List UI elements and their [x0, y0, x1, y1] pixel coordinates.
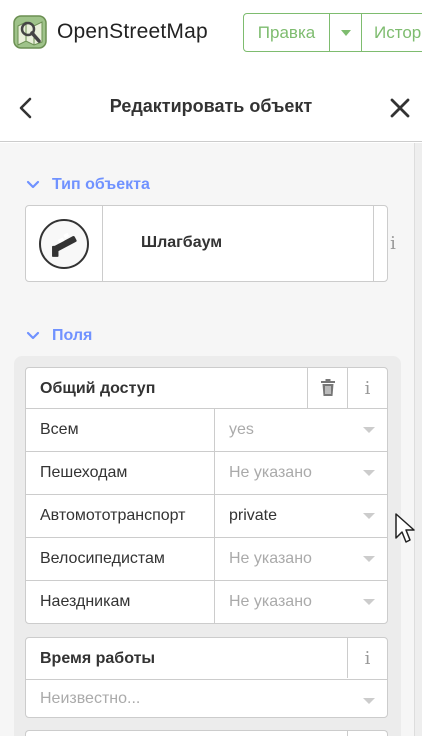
access-row-label: Автомототранспорт	[40, 507, 186, 524]
access-row-label: Велосипедистам	[40, 550, 165, 567]
next-field	[25, 730, 388, 736]
scrollbar[interactable]	[414, 143, 422, 736]
access-select-value: Не указано	[229, 593, 312, 610]
brand-title[interactable]: OpenStreetMap	[57, 20, 208, 44]
barrier-gate-icon	[39, 219, 89, 269]
info-icon: i	[390, 233, 396, 254]
access-row-label: Пешеходам	[40, 464, 128, 481]
next-field-info-button[interactable]	[347, 731, 387, 736]
info-icon: i	[364, 647, 371, 669]
trash-icon	[320, 379, 335, 396]
access-row: Пешеходам Не указано	[26, 451, 387, 494]
opening-hours-placeholder: Неизвестно...	[40, 690, 141, 707]
chevron-down-icon	[363, 470, 375, 476]
caret-down-icon	[340, 29, 351, 36]
access-select[interactable]: Не указано	[214, 452, 387, 494]
access-row: Всем yes	[26, 408, 387, 451]
preset-name: Шлагбаум	[141, 234, 223, 251]
preset-icon-cell	[26, 206, 103, 281]
access-select-value: Не указано	[229, 464, 312, 481]
chevron-down-icon	[26, 331, 40, 340]
chevron-down-icon	[363, 599, 375, 605]
access-select[interactable]: Не указано	[214, 581, 387, 623]
access-select[interactable]: private	[214, 495, 387, 537]
preset-section-toggle[interactable]: Тип объекта	[26, 176, 150, 194]
edit-dropdown-button[interactable]	[330, 13, 362, 52]
opening-hours-field: Время работы i Неизвестно...	[25, 637, 388, 718]
edit-button[interactable]: Правка	[243, 13, 330, 52]
preset-list-item[interactable]: Шлагбаум i	[25, 205, 396, 282]
chevron-down-icon	[363, 513, 375, 519]
panel-title: Редактировать объект	[109, 96, 313, 116]
chevron-down-icon	[26, 180, 40, 189]
top-bar: OpenStreetMap Правка Истор	[0, 0, 422, 66]
access-select-value: yes	[229, 421, 254, 438]
preset-info-button[interactable]: i	[373, 206, 412, 281]
opening-hours-label: Время работы	[40, 650, 156, 667]
access-row-label: Всем	[40, 421, 79, 438]
inspector-header: Редактировать объект	[0, 74, 422, 142]
opening-hours-input[interactable]: Неизвестно...	[26, 679, 387, 718]
chevron-down-icon	[363, 698, 375, 704]
access-info-button[interactable]: i	[347, 368, 387, 408]
access-field: Общий доступ i Всем yes Пешеходам Не ука…	[25, 367, 388, 624]
access-select-value: Не указано	[229, 550, 312, 567]
access-select[interactable]: Не указано	[214, 538, 387, 580]
remove-field-button[interactable]	[307, 368, 347, 408]
access-row: Автомототранспорт private	[26, 494, 387, 537]
mouse-cursor-icon	[395, 513, 415, 543]
access-select[interactable]: yes	[214, 409, 387, 451]
edit-button-group: Правка Истор	[243, 13, 422, 52]
access-field-label: Общий доступ	[40, 380, 156, 397]
fields-section-heading: Поля	[52, 327, 93, 344]
preset-section-heading: Тип объекта	[52, 176, 150, 193]
access-row: Наездникам Не указано	[26, 580, 387, 623]
info-icon: i	[364, 377, 371, 399]
access-select-value: private	[229, 507, 278, 524]
history-button[interactable]: Истор	[362, 13, 422, 52]
access-row-label: Наездникам	[40, 593, 131, 610]
fields-section-toggle[interactable]: Поля	[26, 327, 92, 345]
opening-hours-info-button[interactable]: i	[347, 638, 387, 678]
close-icon[interactable]	[388, 96, 412, 120]
chevron-down-icon	[363, 556, 375, 562]
access-row: Велосипедистам Не указано	[26, 537, 387, 580]
osm-logo-icon[interactable]	[12, 14, 48, 50]
chevron-down-icon	[363, 427, 375, 433]
